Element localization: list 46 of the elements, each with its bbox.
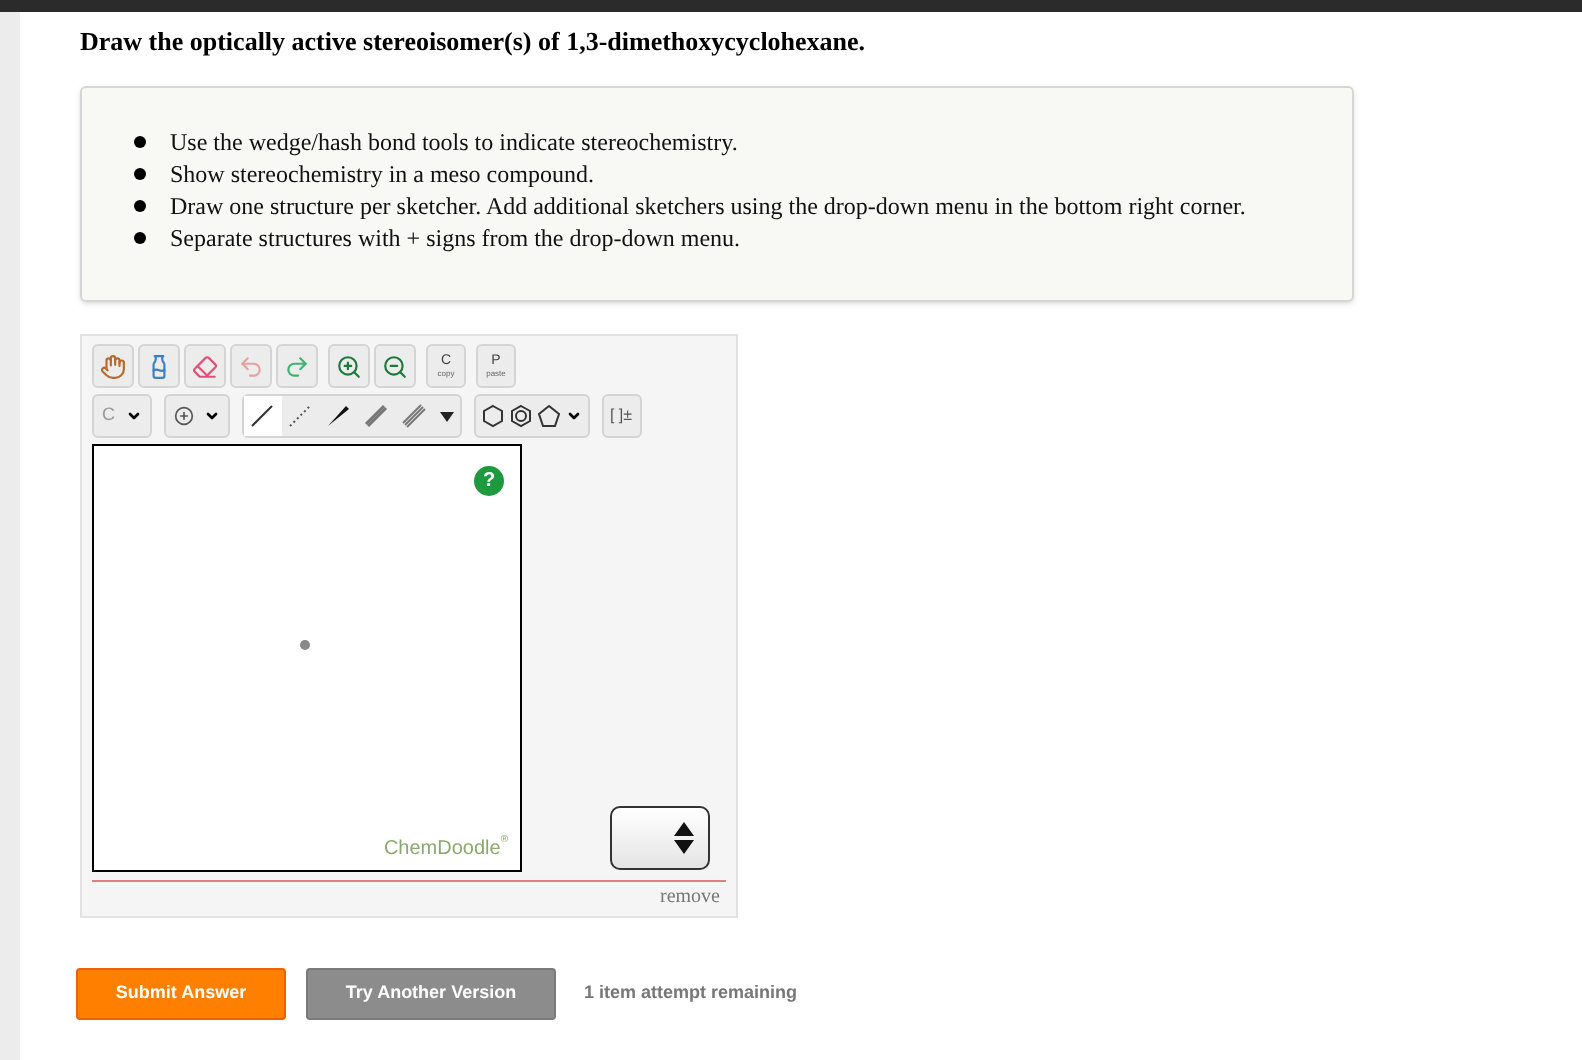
undo-icon	[238, 353, 264, 379]
pentagon-icon	[537, 404, 559, 428]
dropdown-caret-icon[interactable]	[439, 411, 453, 421]
instruction-text: Use the wedge/hash bond tools to indicate stereochemistry.	[170, 126, 738, 158]
bullet-icon	[134, 200, 146, 212]
pan-tool[interactable]	[92, 344, 134, 388]
eraser-icon	[192, 353, 218, 379]
redo-icon	[284, 353, 310, 379]
zoom-out-tool[interactable]	[374, 344, 416, 388]
hashed-bond-icon	[288, 404, 312, 428]
element-dropdown[interactable]: C	[92, 394, 151, 438]
charge-dropdown[interactable]	[163, 394, 229, 438]
bond-tool[interactable]	[243, 396, 281, 436]
benzene-icon	[509, 404, 531, 428]
zoom-in-tool[interactable]	[328, 344, 370, 388]
wedge-bond-icon	[326, 404, 350, 428]
brand-label: ChemDoodle	[383, 836, 501, 864]
attempts-text: 1 item attempt remaining	[584, 980, 798, 1007]
try-another-button[interactable]: Try Another Version	[306, 968, 556, 1020]
hexagon-icon	[481, 404, 503, 428]
caret-icon	[565, 408, 581, 424]
sketcher-spinner[interactable]	[610, 806, 710, 870]
bullet-icon	[134, 232, 146, 244]
double-bond-icon	[364, 404, 388, 428]
bullet-icon	[134, 136, 146, 148]
zoom-in-icon	[336, 353, 362, 379]
single-bond-icon	[250, 404, 274, 428]
bullet-icon	[134, 168, 146, 180]
instruction-text: Draw one structure per sketcher. Add additional sketchers using the drop-down menu in the bottom right corner.	[170, 190, 1246, 222]
help-button[interactable]: ?	[474, 466, 504, 496]
zoom-out-icon	[382, 353, 408, 379]
question-title: Draw the optically active stereoisomer(s) of 1,3-dimethoxycyclohexane.	[80, 24, 868, 58]
hand-icon	[100, 353, 126, 379]
ring-dropdown[interactable]	[473, 394, 589, 438]
caret-icon	[203, 408, 219, 424]
erase-tool[interactable]	[184, 344, 226, 388]
triple-bond-icon	[402, 404, 426, 428]
bracket-tool[interactable]: [ ]±	[601, 394, 641, 438]
circle-plus-icon	[173, 406, 193, 426]
instruction-text: Show stereochemistry in a meso compound.	[170, 158, 594, 190]
caret-icon	[125, 408, 141, 424]
instruction-text: Separate structures with + signs from the drop-down menu.	[170, 222, 741, 254]
remove-link[interactable]: remove	[660, 882, 720, 912]
submit-button[interactable]: Submit Answer	[76, 968, 286, 1020]
clear-tool[interactable]	[138, 344, 180, 388]
up-down-arrows-icon	[672, 820, 696, 856]
